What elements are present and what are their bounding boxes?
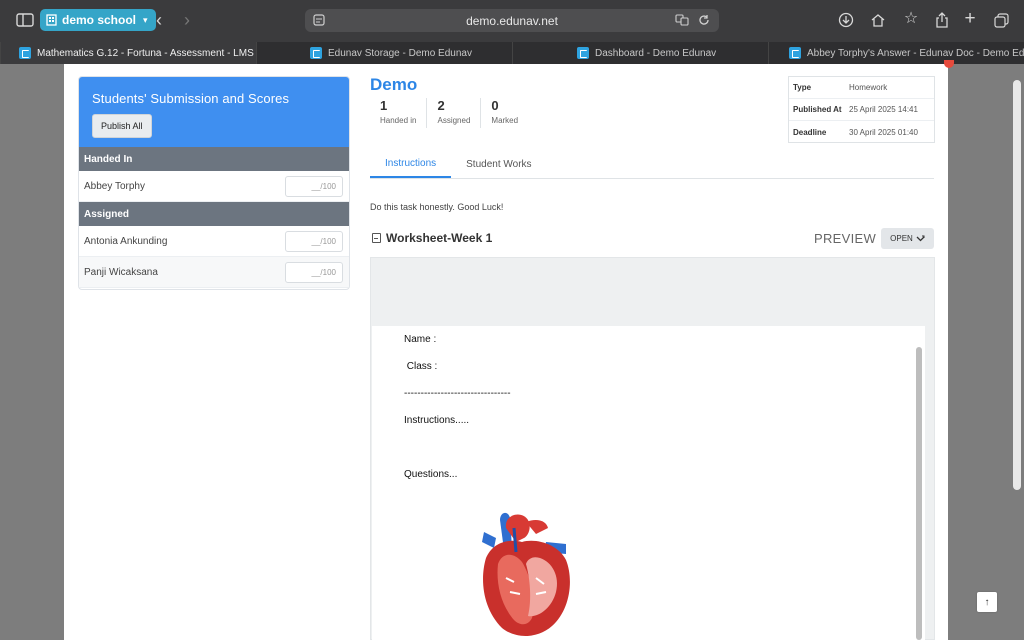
tab-instructions[interactable]: Instructions — [370, 150, 452, 178]
panel-header: Students' Submission and Scores Publish … — [79, 77, 349, 147]
page-scrollbar[interactable] — [1013, 80, 1021, 490]
translate-icon[interactable] — [675, 14, 689, 26]
edunav-favicon-icon — [310, 47, 322, 59]
stat-handed-in: 1 Handed in — [380, 98, 417, 125]
student-name: Antonia Ankunding — [84, 235, 168, 247]
doc-line-class: Class : — [404, 361, 438, 372]
info-row-type: Type Homework — [789, 77, 934, 99]
tab-overview-icon[interactable] — [993, 12, 1009, 28]
student-row[interactable]: Antonia Ankunding __/100 — [79, 226, 349, 257]
edunav-favicon-icon — [19, 47, 31, 59]
browser-tab[interactable]: Mathematics G.12 - Fortuna - Assessment … — [0, 42, 256, 64]
tab-student-works[interactable]: Student Works — [451, 150, 546, 178]
student-name: Panji Wicaksana — [84, 266, 158, 278]
doc-line-divider: -------------------------------- — [404, 388, 511, 399]
worksheet-document[interactable] — [372, 326, 925, 640]
scroll-to-top-button[interactable]: ↑ — [977, 592, 997, 612]
edunav-favicon-icon — [789, 47, 801, 59]
browser-tab[interactable]: Abbey Torphy's Answer - Edunav Doc - Dem… — [768, 42, 1024, 64]
reload-icon[interactable] — [697, 13, 711, 27]
arrow-up-icon: ↑ — [984, 596, 990, 608]
group-assigned: Assigned — [79, 202, 349, 226]
home-icon[interactable] — [870, 12, 886, 28]
doc-line-questions: Questions... — [404, 469, 458, 480]
url-text: demo.edunav.net — [466, 13, 558, 28]
score-input[interactable]: __/100 — [285, 175, 343, 197]
building-icon — [46, 14, 57, 26]
sidebar-toggle-icon[interactable] — [16, 12, 34, 28]
browser-tab[interactable]: Dashboard - Demo Edunav — [512, 42, 768, 64]
panel-title: Students' Submission and Scores — [92, 91, 290, 106]
address-bar[interactable]: demo.edunav.net — [305, 9, 719, 32]
assessment-title: Demo — [370, 75, 418, 94]
chevron-down-icon: ▾ — [143, 14, 148, 25]
new-tab-icon[interactable]: + — [962, 9, 978, 28]
student-name: Abbey Torphy — [84, 180, 145, 192]
browser-toolbar: demo school ▾ ‹ › demo.edunav.net ☆ + — [0, 0, 1024, 42]
stats-group: 1 Handed in 2 Assigned 0 Marked — [370, 98, 528, 128]
download-icon[interactable] — [838, 12, 854, 28]
stat-marked: 0 Marked — [480, 98, 528, 128]
info-row-deadline: Deadline 30 April 2025 01:40 — [793, 127, 918, 137]
expand-icon — [916, 235, 925, 241]
forward-icon[interactable]: › — [180, 11, 194, 29]
score-input[interactable]: __/100 — [285, 230, 343, 252]
browser-tab-strip: Mathematics G.12 - Fortuna - Assessment … — [0, 42, 1024, 64]
info-row-published: Published At 25 April 2025 14:41 — [789, 99, 934, 121]
open-worksheet-button[interactable]: OPEN — [881, 228, 934, 249]
preview-label: PREVIEW — [814, 231, 877, 246]
student-row[interactable]: Panji Wicaksana __/100 — [79, 257, 349, 288]
book-icon — [372, 233, 381, 243]
page-menu-icon[interactable] — [313, 14, 325, 26]
doc-line-instructions: Instructions..... — [404, 415, 470, 426]
doc-line-name: Name : — [404, 334, 437, 345]
publish-all-button[interactable]: Publish All — [92, 114, 152, 138]
stat-assigned: 2 Assigned — [426, 98, 480, 128]
content-tabs: Instructions Student Works — [370, 150, 934, 179]
assessment-info-table: Type Homework Published At 25 April 2025… — [788, 76, 935, 143]
document-scrollbar[interactable] — [916, 347, 922, 640]
share-icon[interactable] — [934, 12, 950, 28]
score-input[interactable]: __/100 — [285, 261, 343, 283]
submission-panel: Students' Submission and Scores Publish … — [78, 76, 350, 290]
heart-illustration — [482, 512, 570, 636]
edunav-favicon-icon — [577, 47, 589, 59]
back-icon[interactable]: ‹ — [152, 11, 166, 29]
star-icon[interactable]: ☆ — [903, 11, 919, 27]
browser-tab[interactable]: Edunav Storage - Demo Edunav — [256, 42, 512, 64]
worksheet-title: Worksheet-Week 1 — [372, 231, 492, 245]
task-description: Do this task honestly. Good Luck! — [370, 202, 504, 212]
group-handed-in: Handed In — [79, 147, 349, 171]
student-row[interactable]: Abbey Torphy __/100 — [79, 171, 349, 202]
profile-label: demo school — [62, 13, 137, 27]
profile-switcher[interactable]: demo school ▾ — [40, 9, 156, 31]
